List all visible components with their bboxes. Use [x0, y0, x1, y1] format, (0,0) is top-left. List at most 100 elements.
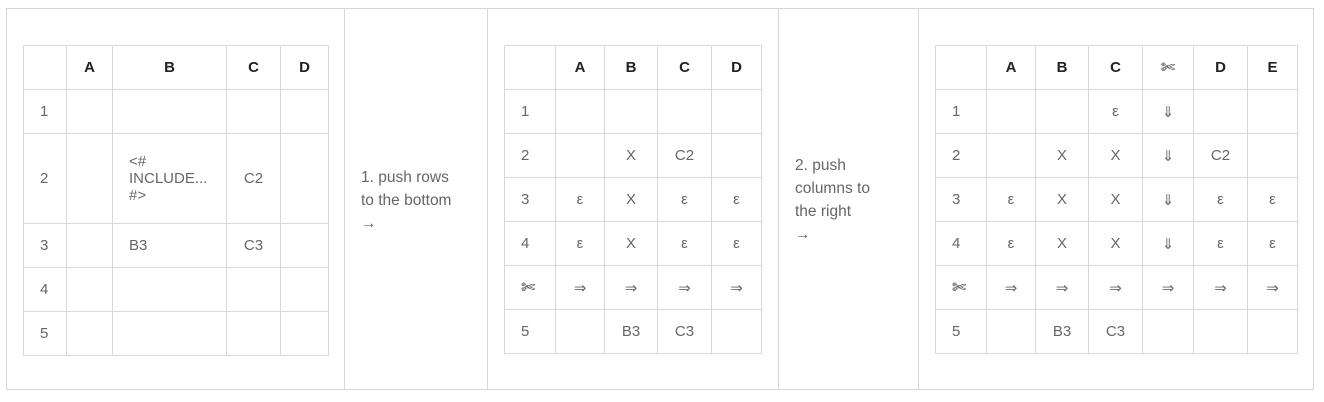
cell	[112, 89, 227, 134]
cell: ε	[1088, 89, 1143, 134]
sheet-before: ABCD 1 2 <# INCLUDE... #> C2 3 B3 C3 4 5	[23, 45, 329, 356]
cell	[280, 89, 329, 134]
divider	[918, 8, 919, 390]
table-row: 5	[23, 311, 329, 356]
cell	[711, 309, 762, 354]
cell: B3	[1035, 309, 1089, 354]
cell: ⇒	[1142, 265, 1194, 310]
column-header: A	[555, 45, 605, 90]
column-header: C	[1088, 45, 1143, 90]
cell: ε	[657, 221, 712, 266]
column-header: B	[112, 45, 227, 90]
scissors-icon: ✄	[1142, 45, 1194, 90]
table-row: 1 ε ⇓	[935, 89, 1298, 134]
cell: C3	[1088, 309, 1143, 354]
cell	[226, 267, 281, 312]
cell: ε	[555, 221, 605, 266]
cell: ⇒	[711, 265, 762, 310]
cell	[555, 133, 605, 178]
cell	[280, 311, 329, 356]
table-row: 4εXεε	[504, 221, 762, 266]
cell	[1247, 309, 1298, 354]
row-header: 4	[935, 221, 987, 266]
table-row: 5 B3 C3	[935, 309, 1298, 354]
divider	[344, 8, 345, 390]
table-row: 2 <# INCLUDE... #> C2	[23, 133, 329, 224]
column-header: B	[604, 45, 658, 90]
row-header: 1	[23, 89, 67, 134]
cell: ⇓	[1142, 89, 1194, 134]
cell	[112, 267, 227, 312]
cell: ε	[986, 177, 1036, 222]
cell	[986, 133, 1036, 178]
cell: B3	[112, 223, 227, 268]
table-row: 3 ε X X ⇓ ε ε	[935, 177, 1298, 222]
column-header: C	[226, 45, 281, 90]
column-header: D	[1193, 45, 1248, 90]
row-header: 5	[935, 309, 987, 354]
row-header: 2	[504, 133, 556, 178]
step-2-label: 2. push columns to the right →	[795, 157, 870, 243]
table-row: 3εXεε	[504, 177, 762, 222]
table-row: 2 X X ⇓ C2	[935, 133, 1298, 178]
sheet-after-columns: A B C ✄ D E 1 ε ⇓ 2 X X ⇓ C2 3 ε X X ⇓ ε ε 4 ε X X ⇓ ε ε ✄ ⇒ ⇒ ⇒ ⇒ ⇒ ⇒ 5 B3…	[935, 45, 1298, 354]
cell: ⇒	[1088, 265, 1143, 310]
column-header: D	[280, 45, 329, 90]
cell	[226, 89, 281, 134]
cell: ε	[657, 177, 712, 222]
cell	[555, 89, 605, 134]
sheet-after-rows: ABCD 1 2 X C2 3 ε Xε ε 4 ε Xε ε ✄ ⇒ ⇒ ⇒ ⇒ 5 B3 C3	[504, 45, 762, 354]
cell	[1193, 89, 1248, 134]
cell: X	[1088, 221, 1143, 266]
row-header: 3	[504, 177, 556, 222]
row-header: 2	[23, 133, 67, 224]
table-row: 4	[23, 267, 329, 312]
cell	[1035, 89, 1089, 134]
cell	[711, 89, 762, 134]
column-header: D	[711, 45, 762, 90]
cell	[280, 267, 329, 312]
cell: ε	[986, 221, 1036, 266]
cell: ⇒	[1193, 265, 1248, 310]
cell: X	[1088, 177, 1143, 222]
cell	[112, 311, 227, 356]
row-header: 1	[935, 89, 987, 134]
cell: ⇒	[986, 265, 1036, 310]
row-header: 4	[504, 221, 556, 266]
row-header: 2	[935, 133, 987, 178]
column-header: C	[657, 45, 712, 90]
column-header: A	[986, 45, 1036, 90]
cell: <# INCLUDE... #>	[112, 133, 227, 224]
column-header	[504, 45, 556, 90]
cell: ⇓	[1142, 221, 1194, 266]
cell: ε	[1247, 177, 1298, 222]
cell: C3	[657, 309, 712, 354]
cell	[1142, 309, 1194, 354]
row-header: 5	[23, 311, 67, 356]
cell: ε	[1193, 177, 1248, 222]
cell: C2	[657, 133, 712, 178]
cell: C3	[226, 223, 281, 268]
cell	[604, 89, 658, 134]
cell: ⇒	[555, 265, 605, 310]
row-header: 1	[504, 89, 556, 134]
column-header: E	[1247, 45, 1298, 90]
cell	[555, 309, 605, 354]
row-header: 3	[23, 223, 67, 268]
cell	[66, 89, 113, 134]
cell	[280, 133, 329, 224]
cell: C2	[226, 133, 281, 224]
cell	[986, 89, 1036, 134]
cell	[1247, 89, 1298, 134]
row-header: 4	[23, 267, 67, 312]
cell: ⇓	[1142, 133, 1194, 178]
cell	[226, 311, 281, 356]
cell	[1193, 309, 1248, 354]
cell: X	[1035, 221, 1089, 266]
column-header	[23, 45, 67, 90]
cell: ⇒	[657, 265, 712, 310]
table-row: 1	[504, 89, 762, 134]
divider	[487, 8, 488, 390]
cell	[66, 311, 113, 356]
scissors-icon: ✄	[935, 265, 987, 310]
